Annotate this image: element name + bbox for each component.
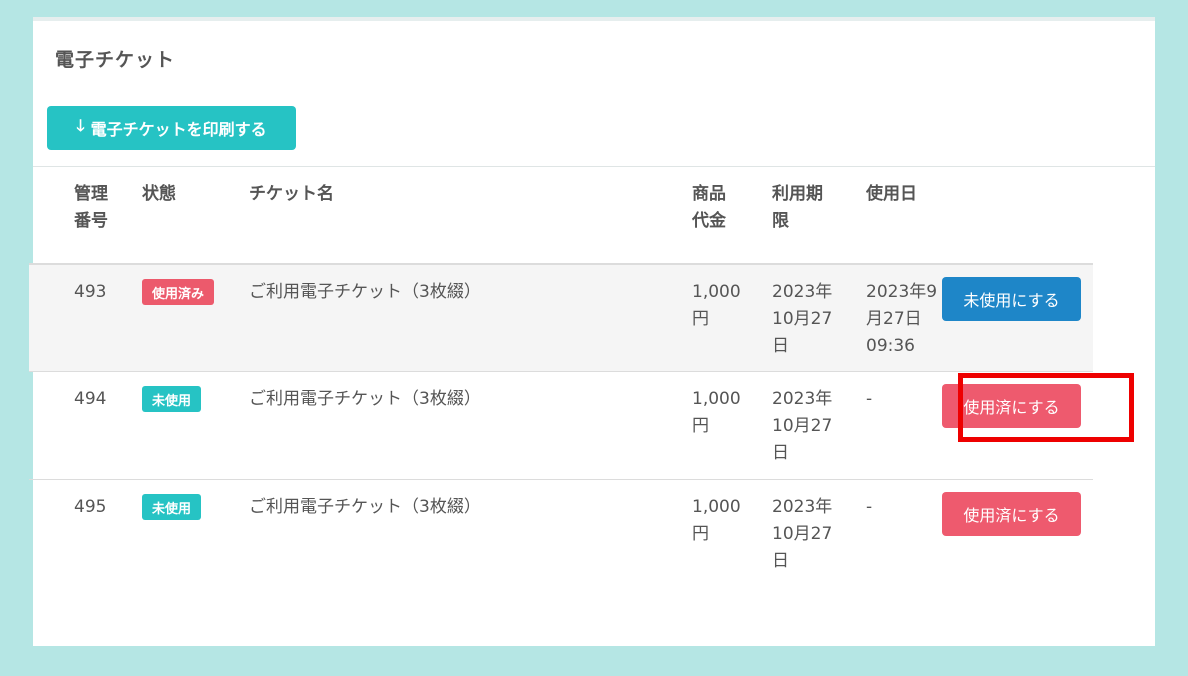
print-ticket-button[interactable]: 🡓 電子チケットを印刷する — [47, 106, 296, 150]
used-date: - — [866, 389, 873, 409]
header-price: 商品 代金 — [692, 184, 726, 231]
price: 1,000 円 — [692, 282, 741, 329]
header-status: 状態 — [142, 184, 176, 204]
used-date: 2023年9 月27日 09:36 — [866, 282, 938, 356]
header-id: 管理 番号 — [74, 184, 108, 231]
ticket-name: ご利用電子チケット（3枚綴） — [249, 497, 481, 517]
status-badge: 使用済み — [142, 279, 215, 305]
ticket-name: ご利用電子チケット（3枚綴） — [249, 282, 481, 302]
panel-title: 電子チケット — [55, 49, 176, 71]
print-button-label: 電子チケットを印刷する — [90, 120, 267, 139]
status-badge: 未使用 — [142, 386, 202, 412]
row-id: 493 — [74, 282, 107, 302]
mark-used-button[interactable]: 使用済にする — [942, 492, 1081, 536]
expiry-date: 2023年 10月27 日 — [772, 497, 833, 571]
table-row: 493 使用済み ご利用電子チケット（3枚綴） 1,000 円 2023年 10… — [29, 263, 1093, 371]
table-row: 494 未使用 ご利用電子チケット（3枚綴） 1,000 円 2023年 10月… — [29, 371, 1093, 479]
expiry-date: 2023年 10月27 日 — [772, 389, 833, 463]
arrow-down-icon: 🡓 — [76, 115, 85, 135]
expiry-date: 2023年 10月27 日 — [772, 282, 833, 356]
price: 1,000 円 — [692, 389, 741, 436]
header-used-date: 使用日 — [866, 184, 917, 204]
divider — [33, 166, 1155, 167]
header-name: チケット名 — [249, 184, 334, 204]
table-row: 495 未使用 ご利用電子チケット（3枚綴） 1,000 円 2023年 10月… — [29, 479, 1093, 587]
status-badge: 未使用 — [142, 494, 202, 520]
row-id: 495 — [74, 497, 107, 517]
ticket-name: ご利用電子チケット（3枚綴） — [249, 389, 481, 409]
row-id: 494 — [74, 389, 107, 409]
used-date: - — [866, 497, 873, 517]
mark-unused-button[interactable]: 未使用にする — [942, 277, 1081, 321]
mark-used-button[interactable]: 使用済にする — [942, 384, 1081, 428]
price: 1,000 円 — [692, 497, 741, 544]
header-period: 利用期 限 — [772, 184, 823, 231]
